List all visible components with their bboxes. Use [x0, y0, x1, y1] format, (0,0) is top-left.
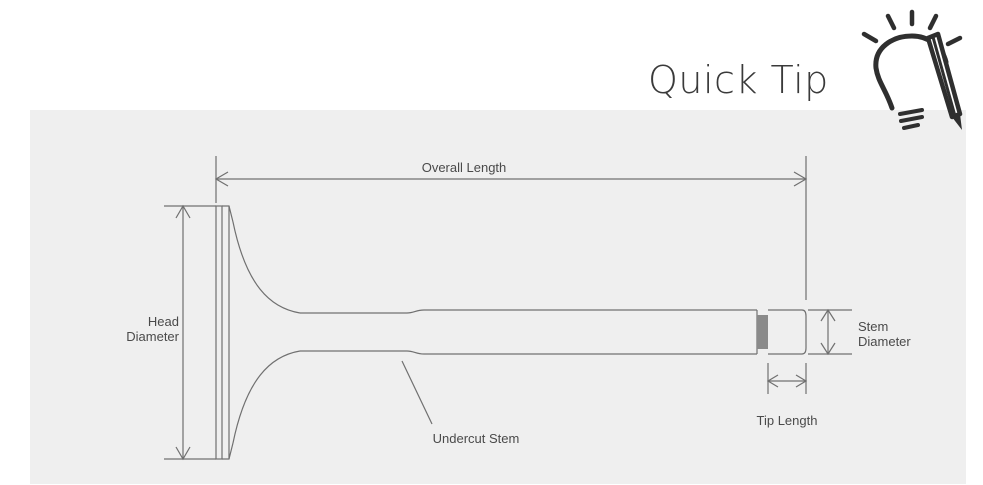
undercut-stem-leader — [401, 360, 433, 425]
head-diameter-label-line2: Diameter — [126, 329, 179, 344]
undercut-stem-label: Undercut Stem — [433, 431, 520, 446]
stem-diameter-label-line2: Diameter — [858, 334, 911, 349]
head-diameter-label: Head Diameter — [117, 314, 179, 344]
tip-length-label: Tip Length — [757, 413, 818, 428]
stem-diameter-label-line1: Stem — [858, 319, 889, 334]
overall-length-label: Overall Length — [422, 160, 507, 175]
stem-diameter-label: Stem Diameter — [858, 319, 911, 349]
valve-fillet-bottom — [232, 350, 301, 444]
stem-top-transition — [406, 309, 425, 314]
valve-tip — [768, 309, 807, 355]
valve-diagram: Overall Length Undercut Stem Tip Length — [164, 156, 852, 461]
valve-head-face — [215, 205, 223, 460]
valve-head-seat-top — [222, 205, 234, 223]
tip-groove-band — [757, 315, 768, 349]
valve-fillet-top — [232, 221, 301, 314]
head-diameter-label-line1: Head — [147, 314, 179, 329]
stem-bottom-transition — [406, 350, 425, 355]
valve-head-seat-bottom — [222, 442, 234, 460]
